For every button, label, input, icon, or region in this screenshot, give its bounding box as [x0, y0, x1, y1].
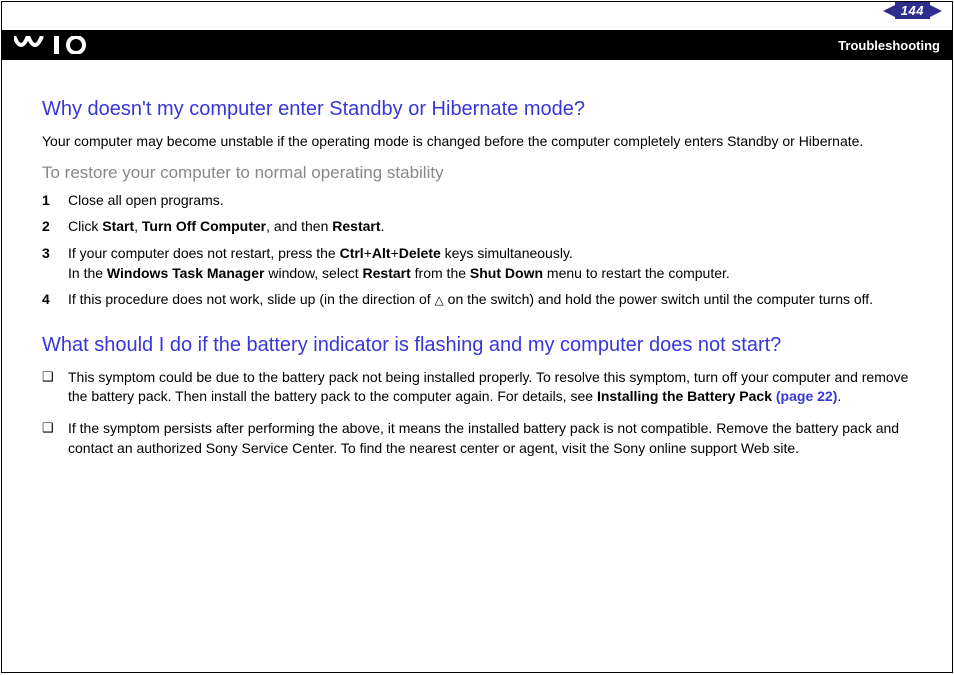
numbered-steps: 1 Close all open programs. 2 Click Start…: [42, 191, 917, 310]
square-bullet-icon: ❑: [42, 368, 68, 386]
bullet-text: This symptom could be due to the battery…: [68, 368, 917, 407]
step-3: 3 If your computer does not restart, pre…: [42, 244, 917, 283]
top-bar: 144: [2, 2, 952, 30]
vaio-logo-icon: [14, 36, 106, 54]
list-item: ❑ This symptom could be due to the batte…: [42, 368, 917, 407]
step-text: Click Start, Turn Off Computer, and then…: [68, 217, 917, 237]
section-label: Troubleshooting: [838, 38, 940, 53]
step-number: 2: [42, 217, 68, 237]
step-text: Close all open programs.: [68, 191, 917, 211]
square-bullet-icon: ❑: [42, 419, 68, 437]
question-heading-2: What should I do if the battery indicato…: [42, 332, 917, 358]
content-area: Why doesn't my computer enter Standby or…: [2, 60, 952, 490]
step-number: 3: [42, 244, 68, 264]
step-text: If your computer does not restart, press…: [68, 244, 917, 283]
step-4: 4 If this procedure does not work, slide…: [42, 290, 917, 310]
page-navigation: 144: [883, 2, 942, 19]
list-item: ❑ If the symptom persists after performi…: [42, 419, 917, 458]
step-text: If this procedure does not work, slide u…: [68, 290, 917, 310]
page-link[interactable]: (page 22): [776, 388, 837, 404]
restore-subheading: To restore your computer to normal opera…: [42, 163, 917, 183]
step-1: 1 Close all open programs.: [42, 191, 917, 211]
header-bar: Troubleshooting: [2, 30, 952, 60]
question-heading-1: Why doesn't my computer enter Standby or…: [42, 96, 917, 122]
triangle-up-icon: △: [435, 292, 444, 309]
bullet-list: ❑ This symptom could be due to the batte…: [42, 368, 917, 458]
page-number: 144: [895, 2, 930, 19]
step-2: 2 Click Start, Turn Off Computer, and th…: [42, 217, 917, 237]
step-number: 4: [42, 290, 68, 310]
prev-page-arrow-icon[interactable]: [883, 5, 895, 17]
intro-paragraph: Your computer may become unstable if the…: [42, 132, 917, 151]
bullet-text: If the symptom persists after performing…: [68, 419, 917, 458]
step-number: 1: [42, 191, 68, 211]
next-page-arrow-icon[interactable]: [930, 5, 942, 17]
page-frame: 144 Troubleshooting Why doesn't my compu…: [1, 1, 953, 673]
